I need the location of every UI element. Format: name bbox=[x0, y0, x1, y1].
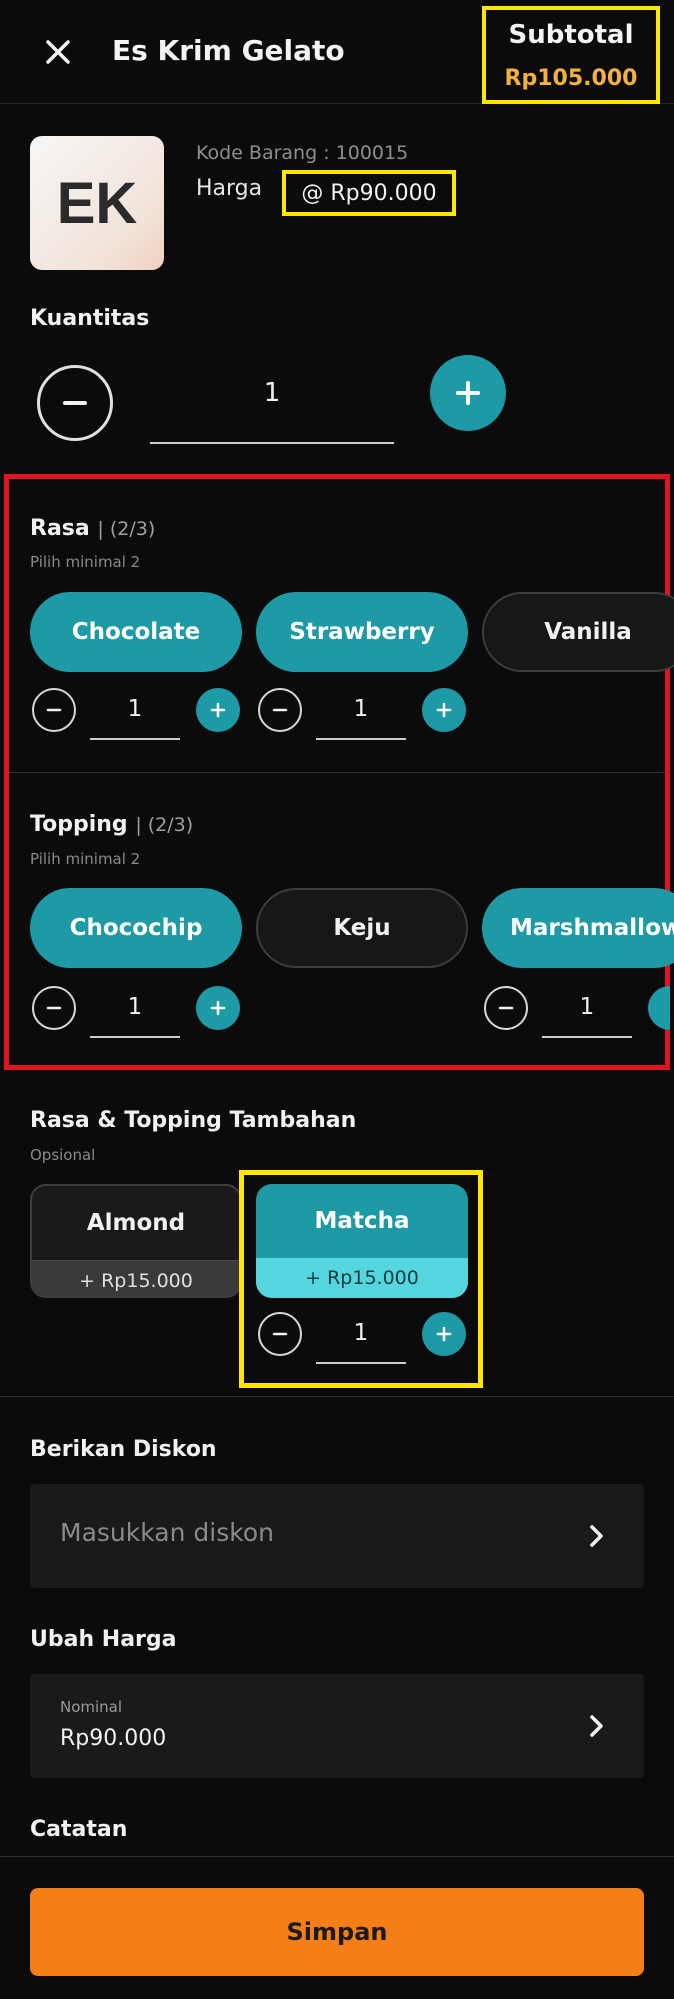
plus-icon bbox=[436, 1326, 452, 1342]
subtotal-label: Subtotal bbox=[508, 20, 634, 50]
option-marshmallow[interactable]: Marshmallow bbox=[482, 888, 674, 968]
section-divider bbox=[9, 772, 665, 773]
quantity-value[interactable]: 1 bbox=[150, 378, 394, 408]
minus-icon bbox=[46, 708, 62, 712]
rasa-count: | (2/3) bbox=[97, 518, 156, 540]
option-strawberry[interactable]: Strawberry bbox=[256, 592, 468, 672]
plus-icon bbox=[210, 702, 226, 718]
subtotal-highlight: Subtotal Rp105.000 bbox=[482, 6, 660, 104]
save-button[interactable]: Simpan bbox=[30, 1888, 644, 1976]
chocolate-decrease-button[interactable] bbox=[32, 688, 76, 732]
chocochip-qty-underline bbox=[90, 1036, 180, 1038]
option-vanilla[interactable]: Vanilla bbox=[482, 592, 674, 672]
nominal-label: Nominal bbox=[60, 1698, 123, 1716]
discount-placeholder: Masukkan diskon bbox=[60, 1518, 274, 1547]
nominal-value: Rp90.000 bbox=[60, 1726, 167, 1751]
unit-price-value: @ Rp90.000 bbox=[282, 170, 456, 216]
chocolate-increase-button[interactable] bbox=[196, 688, 240, 732]
product-code: Kode Barang : 100015 bbox=[196, 142, 409, 164]
matcha-qty-underline bbox=[316, 1362, 406, 1364]
subtotal-value: Rp105.000 bbox=[504, 66, 638, 91]
close-button[interactable] bbox=[36, 30, 80, 74]
change-price-title: Ubah Harga bbox=[30, 1627, 177, 1652]
chocochip-decrease-button[interactable] bbox=[32, 986, 76, 1030]
strawberry-qty-underline bbox=[316, 738, 406, 740]
strawberry-qty[interactable]: 1 bbox=[316, 696, 406, 722]
footer-divider bbox=[0, 1856, 674, 1857]
chevron-right-icon bbox=[590, 1525, 603, 1547]
minus-icon bbox=[498, 1006, 514, 1010]
option-keju[interactable]: Keju bbox=[256, 888, 468, 968]
rasa-title-label: Rasa bbox=[30, 516, 90, 541]
chevron-right-icon bbox=[590, 1715, 603, 1737]
strawberry-increase-button[interactable] bbox=[422, 688, 466, 732]
minus-icon bbox=[272, 708, 288, 712]
extra-almond-label: Almond bbox=[86, 1210, 186, 1236]
topping-title: Topping | (2/3) bbox=[30, 812, 193, 837]
quantity-title: Kuantitas bbox=[30, 306, 150, 331]
marshmallow-decrease-button[interactable] bbox=[484, 986, 528, 1030]
rasa-subtitle: Pilih minimal 2 bbox=[30, 553, 141, 571]
topping-subtitle: Pilih minimal 2 bbox=[30, 850, 141, 868]
chocolate-qty[interactable]: 1 bbox=[90, 696, 180, 722]
discount-title: Berikan Diskon bbox=[30, 1437, 217, 1462]
notes-title: Catatan bbox=[30, 1817, 128, 1842]
extra-almond-price: + Rp15.000 bbox=[32, 1260, 240, 1296]
plus-icon bbox=[456, 381, 480, 405]
matcha-increase-button[interactable] bbox=[422, 1312, 466, 1356]
marshmallow-qty[interactable]: 1 bbox=[542, 994, 632, 1020]
app-header: Es Krim Gelato Subtotal Rp105.000 bbox=[0, 0, 674, 104]
chocochip-increase-button[interactable] bbox=[196, 986, 240, 1030]
minus-icon bbox=[63, 401, 87, 405]
plus-icon bbox=[436, 702, 452, 718]
section-divider bbox=[0, 1396, 674, 1397]
discount-field[interactable]: Masukkan diskon bbox=[30, 1484, 644, 1588]
page-title: Es Krim Gelato bbox=[112, 34, 345, 67]
extra-almond[interactable]: Almond + Rp15.000 bbox=[30, 1184, 242, 1298]
topping-title-label: Topping bbox=[30, 812, 128, 837]
matcha-qty[interactable]: 1 bbox=[316, 1320, 406, 1346]
close-icon bbox=[46, 40, 70, 64]
quantity-underline bbox=[150, 442, 394, 444]
chocolate-qty-underline bbox=[90, 738, 180, 740]
product-avatar: EK bbox=[30, 136, 164, 270]
extras-title: Rasa & Topping Tambahan bbox=[30, 1108, 357, 1133]
minus-icon bbox=[272, 1332, 288, 1336]
marshmallow-qty-underline bbox=[542, 1036, 632, 1038]
rasa-title: Rasa | (2/3) bbox=[30, 516, 155, 541]
change-price-field[interactable]: Nominal Rp90.000 bbox=[30, 1674, 644, 1778]
chocochip-qty[interactable]: 1 bbox=[90, 994, 180, 1020]
quantity-decrease-button[interactable] bbox=[37, 365, 113, 441]
matcha-decrease-button[interactable] bbox=[258, 1312, 302, 1356]
price-label: Harga bbox=[196, 176, 263, 201]
quantity-increase-button[interactable] bbox=[430, 355, 506, 431]
extras-subtitle: Opsional bbox=[30, 1146, 96, 1164]
option-chocolate[interactable]: Chocolate bbox=[30, 592, 242, 672]
topping-count: | (2/3) bbox=[135, 814, 194, 836]
plus-icon bbox=[210, 1000, 226, 1016]
strawberry-decrease-button[interactable] bbox=[258, 688, 302, 732]
option-chocochip[interactable]: Chocochip bbox=[30, 888, 242, 968]
minus-icon bbox=[46, 1006, 62, 1010]
